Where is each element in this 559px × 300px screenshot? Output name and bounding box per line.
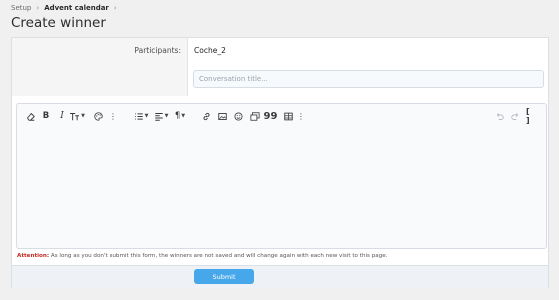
redo-icon[interactable] [510, 110, 520, 122]
breadcrumb-item-advent-calendar[interactable]: Advent calendar [44, 4, 109, 12]
breadcrumb-separator: › [113, 4, 117, 12]
editor-content-area[interactable] [17, 128, 546, 249]
undo-icon[interactable] [494, 110, 504, 122]
submit-button[interactable]: Submit [194, 269, 254, 284]
conversation-title-input[interactable] [193, 70, 544, 88]
breadcrumb: Setup › Advent calendar › [11, 4, 117, 12]
more-vertical-icon[interactable]: ⋮ [297, 110, 305, 122]
participants-label: Participants: [134, 46, 181, 55]
page-title: Create winner [11, 15, 106, 31]
text-size-icon[interactable]: ▼ [69, 110, 85, 122]
media-icon[interactable] [249, 110, 260, 122]
message-editor: B I ▼ ⋮ ▼ ▼ ¶ ▼ 99 ⋮ [] [16, 103, 547, 249]
table-icon[interactable] [283, 110, 293, 122]
breadcrumb-separator: › [36, 4, 40, 12]
attention-label: Attention: [17, 253, 50, 259]
image-icon[interactable] [217, 110, 227, 122]
smiley-icon[interactable] [233, 110, 243, 122]
bbcode-icon[interactable]: [ ] [526, 107, 536, 125]
quote-icon[interactable]: 99 [264, 110, 278, 122]
align-icon[interactable]: ▼ [153, 110, 169, 122]
participants-value: Coche_2 [194, 46, 226, 55]
attention-note: Attention: As long as you don't submit t… [17, 253, 387, 259]
paragraph-icon[interactable]: ¶ ▼ [172, 110, 188, 122]
link-icon[interactable] [201, 110, 211, 122]
palette-icon[interactable] [93, 110, 103, 122]
participants-row: Participants: Coche_2 [12, 38, 548, 96]
form-block: Participants: Coche_2 B I ▼ ⋮ [11, 37, 549, 288]
list-icon[interactable]: ▼ [133, 110, 149, 122]
participants-label-cell: Participants: [12, 38, 188, 96]
eraser-icon[interactable] [25, 110, 35, 122]
bold-icon[interactable]: B [41, 110, 51, 122]
breadcrumb-item-setup[interactable]: Setup [11, 4, 31, 12]
form-footer: Submit [12, 265, 548, 288]
italic-icon[interactable]: I [57, 110, 67, 122]
more-vertical-icon[interactable]: ⋮ [109, 110, 117, 122]
editor-toolbar: B I ▼ ⋮ ▼ ▼ ¶ ▼ 99 ⋮ [] [17, 104, 546, 128]
attention-text: As long as you don't submit this form, t… [50, 253, 388, 259]
